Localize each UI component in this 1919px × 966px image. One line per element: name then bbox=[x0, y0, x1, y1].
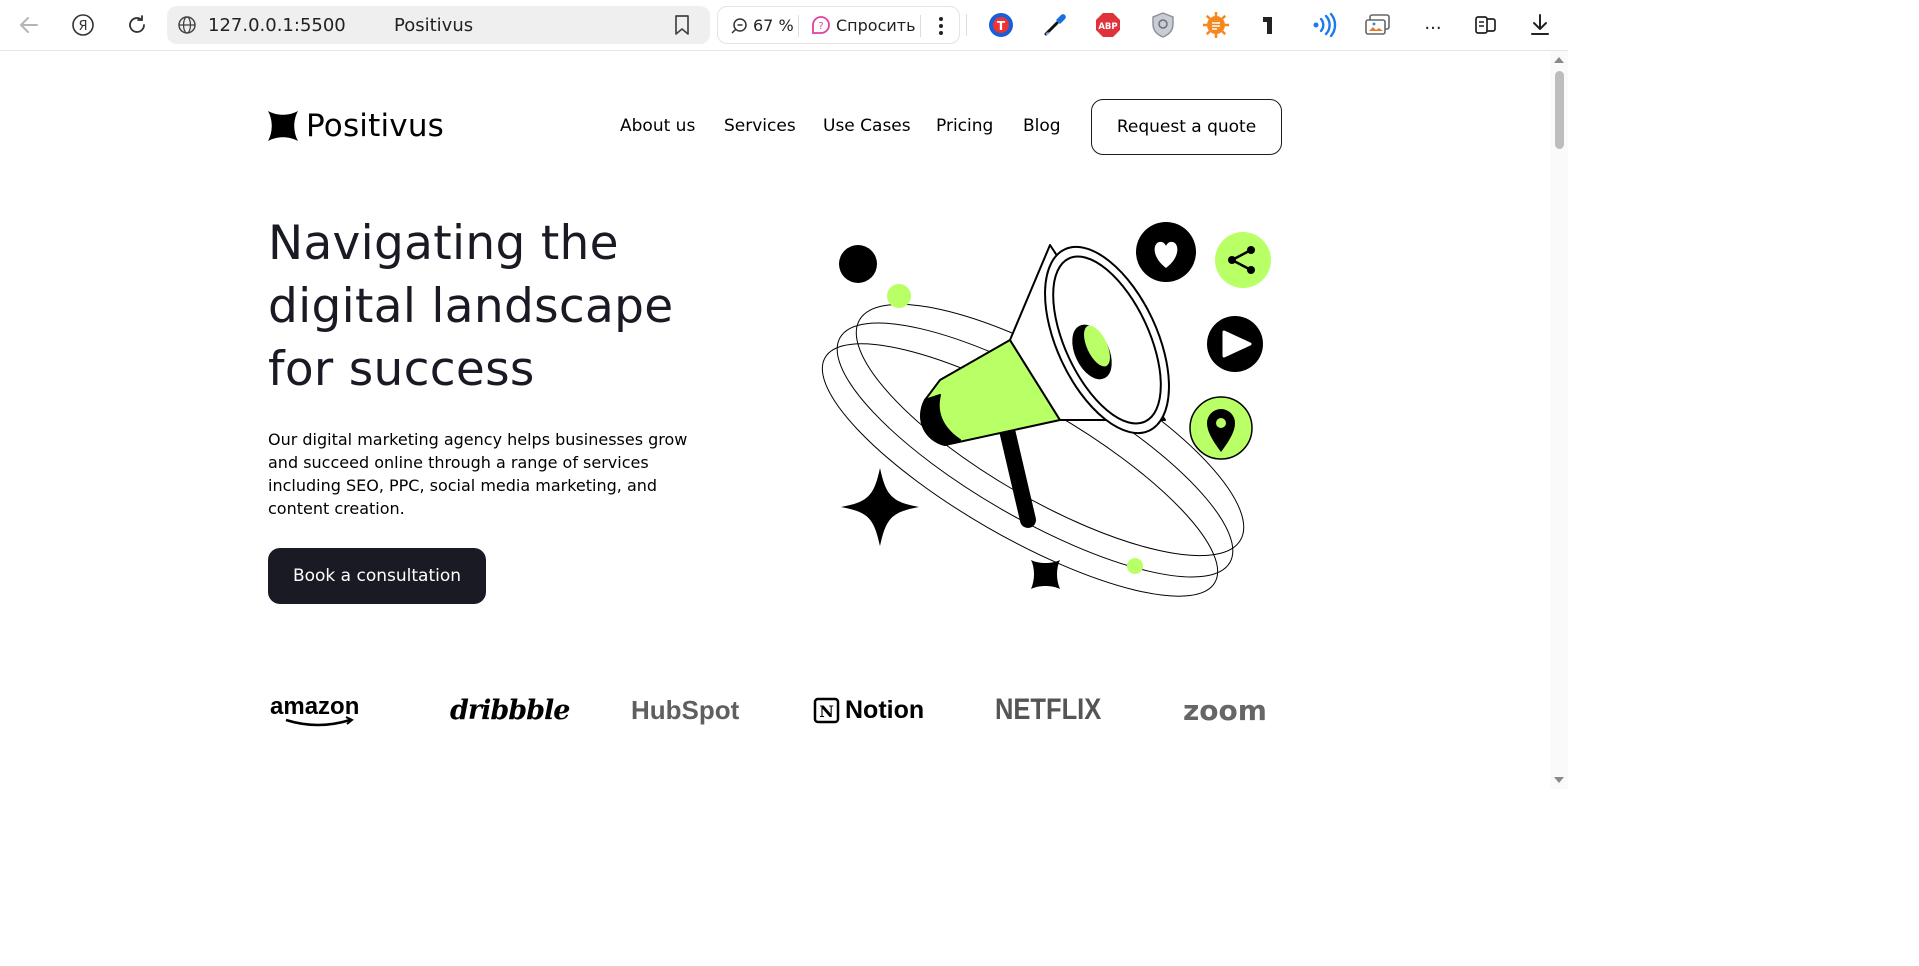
back-arrow-icon[interactable] bbox=[14, 10, 44, 40]
dot-decoration bbox=[839, 245, 877, 283]
zoom-indicator[interactable]: 67 % bbox=[730, 16, 794, 35]
scroll-up-arrow[interactable] bbox=[1554, 57, 1564, 63]
hero-title-line: digital landscape bbox=[268, 279, 674, 334]
amazon-wordmark: amazon bbox=[270, 693, 359, 720]
svg-text:ABP: ABP bbox=[1098, 22, 1117, 32]
tab-title: Positivus bbox=[394, 15, 474, 36]
ask-button[interactable]: ? Спросить bbox=[811, 15, 916, 35]
request-quote-button[interactable]: Request a quote bbox=[1091, 99, 1282, 155]
share-badge bbox=[1215, 232, 1271, 288]
zoom-icon bbox=[731, 17, 747, 34]
url-text: 127.0.0.1:5500 bbox=[208, 15, 346, 36]
adblock-icon[interactable]: ABP bbox=[1095, 12, 1121, 38]
sun-extension-icon[interactable] bbox=[1203, 12, 1229, 38]
hero-description: Our digital marketing agency helps busin… bbox=[268, 428, 698, 520]
page-scrollbar[interactable] bbox=[1550, 51, 1568, 789]
svg-text:T: T bbox=[997, 19, 1006, 33]
hero-title-line: for success bbox=[268, 342, 535, 397]
reload-icon[interactable] bbox=[122, 10, 152, 40]
divider bbox=[920, 15, 921, 37]
ask-label: Спросить bbox=[836, 15, 916, 35]
kebab-icon[interactable] bbox=[931, 14, 951, 38]
hubspot-logo: HubSpot bbox=[631, 690, 739, 730]
collections-icon[interactable] bbox=[1473, 12, 1499, 38]
divider bbox=[798, 15, 799, 37]
hero-title: Navigating the digital landscape for suc… bbox=[268, 212, 728, 401]
star-logo-icon bbox=[268, 111, 298, 141]
bookmark-icon[interactable] bbox=[672, 14, 692, 36]
screenshot-extension-icon[interactable] bbox=[1365, 12, 1391, 38]
nav-about-us[interactable]: About us bbox=[620, 116, 695, 136]
yandex-icon[interactable]: Я bbox=[68, 10, 98, 40]
notion-icon: N bbox=[813, 697, 840, 723]
ask-icon: ? bbox=[812, 16, 830, 34]
notion-wordmark: Notion bbox=[845, 695, 925, 724]
globe-icon bbox=[178, 16, 196, 34]
hero-description-line: Our digital marketing agency helps busin… bbox=[268, 430, 688, 449]
nav-pricing[interactable]: Pricing bbox=[936, 116, 993, 136]
svg-text:Я: Я bbox=[78, 19, 87, 34]
sparkle-icon bbox=[1031, 560, 1060, 589]
hero-description-line: including SEO, PPC, social media marketi… bbox=[268, 476, 658, 495]
dot-decoration bbox=[1127, 558, 1143, 574]
hero-description-line: and succeed online through a range of se… bbox=[268, 453, 649, 472]
shield-icon[interactable] bbox=[1150, 12, 1176, 38]
more-extensions-button[interactable]: ... bbox=[1420, 10, 1446, 36]
hubspot-wordmark: HubSpot bbox=[631, 694, 740, 725]
megaphone-handle bbox=[999, 422, 1036, 528]
netflix-wordmark: NETFLIX bbox=[995, 693, 1102, 726]
browser-toolbar: Я 127.0.0.1:5500 Positivus 67 % ? Спроси… bbox=[0, 0, 1568, 51]
hero-description-line: content creation. bbox=[268, 499, 405, 518]
zoom-level: 67 % bbox=[753, 16, 794, 35]
client-logos: amazon dribbble HubSpot N Notion NETFLIX… bbox=[268, 690, 1278, 730]
divider bbox=[966, 14, 967, 36]
hero-title-line: Navigating the bbox=[268, 216, 619, 271]
brand-logo[interactable]: Positivus bbox=[268, 108, 444, 144]
svg-text:N: N bbox=[819, 702, 834, 721]
scroll-thumb[interactable] bbox=[1555, 71, 1564, 149]
dribbble-logo: dribbble bbox=[450, 690, 570, 730]
amazon-logo: amazon bbox=[268, 690, 374, 730]
sparkle-icon bbox=[841, 468, 919, 546]
wifi-extension-icon[interactable] bbox=[1311, 12, 1337, 38]
svg-text:?: ? bbox=[818, 21, 823, 32]
translate-icon[interactable]: T bbox=[988, 12, 1014, 38]
download-icon[interactable] bbox=[1527, 12, 1553, 38]
brand-name: Positivus bbox=[306, 108, 445, 144]
assistant-pill: 67 % ? Спросить bbox=[717, 6, 960, 44]
nav-services[interactable]: Services bbox=[724, 116, 796, 136]
nav-blog[interactable]: Blog bbox=[1023, 116, 1061, 136]
type-extension-icon[interactable] bbox=[1256, 12, 1282, 38]
zoom-wordmark: zoom bbox=[1183, 693, 1267, 727]
scroll-down-arrow[interactable] bbox=[1554, 777, 1564, 783]
dribbble-wordmark: dribbble bbox=[450, 694, 570, 726]
zoom-logo: zoom bbox=[1183, 690, 1267, 730]
book-consultation-button[interactable]: Book a consultation bbox=[268, 548, 486, 604]
nav-use-cases[interactable]: Use Cases bbox=[823, 116, 911, 136]
notion-logo: N Notion bbox=[813, 690, 924, 730]
address-bar[interactable]: 127.0.0.1:5500 Positivus bbox=[167, 6, 710, 44]
eyedropper-icon[interactable] bbox=[1042, 12, 1068, 38]
megaphone-illustration bbox=[821, 222, 1271, 597]
netflix-logo: NETFLIX bbox=[995, 690, 1120, 730]
dot-decoration bbox=[887, 284, 911, 308]
